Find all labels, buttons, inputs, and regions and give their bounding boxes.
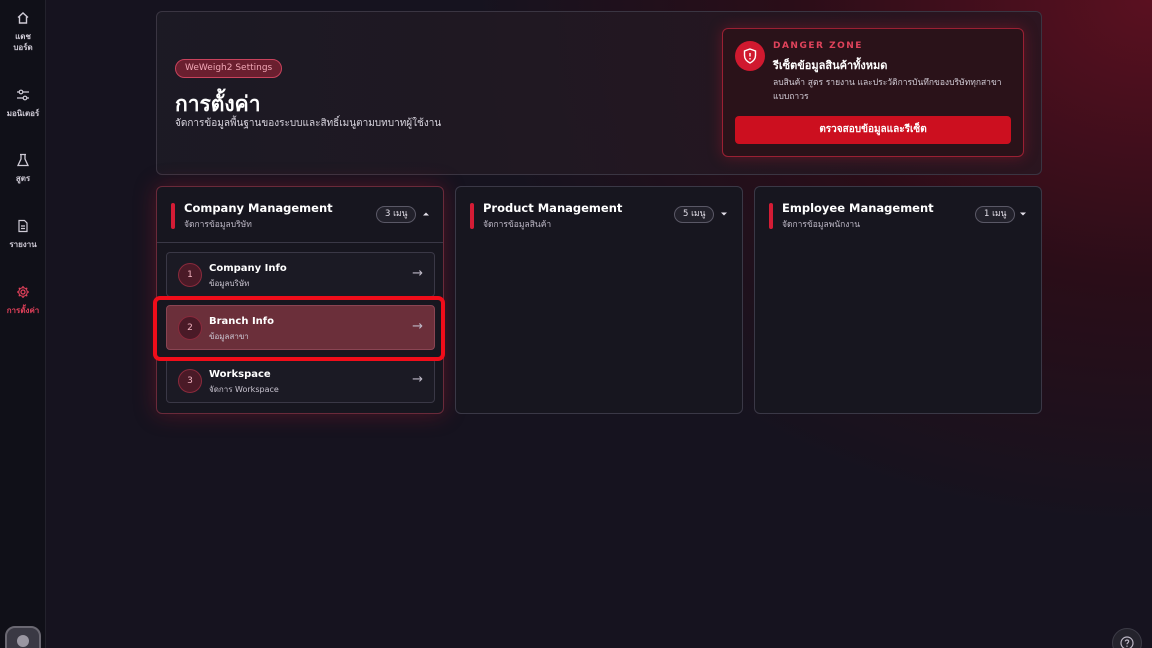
chevron-down-icon[interactable] — [719, 209, 729, 219]
help-button[interactable] — [1112, 628, 1142, 648]
sidebar-item-label: มอนิเตอร์ — [6, 109, 40, 118]
danger-zone-label: DANGER ZONE — [773, 41, 863, 51]
shield-alert-icon — [735, 41, 765, 71]
arrow-right-icon: → — [412, 319, 423, 334]
product-management-header[interactable]: Product Management จัดการข้อมูลสินค้า 5 … — [456, 187, 742, 243]
menu-count-badge: 1 เมนู — [975, 206, 1016, 223]
document-icon — [18, 219, 28, 233]
sidebar-item-reports[interactable]: รายงาน — [0, 219, 46, 250]
chevron-up-icon[interactable] — [421, 209, 431, 219]
chevron-down-icon[interactable] — [1018, 209, 1028, 219]
company-management-header[interactable]: Company Management จัดการข้อมูลบริษัท 3 … — [157, 187, 443, 243]
arrow-right-icon: → — [412, 266, 423, 281]
gear-icon — [17, 286, 29, 298]
employee-management-header[interactable]: Employee Management จัดการข้อมูลพนักงาน … — [755, 187, 1041, 243]
step-number: 1 — [178, 263, 202, 287]
menu-item-title: Workspace — [209, 369, 271, 380]
card-title: Company Management — [184, 201, 333, 215]
menu-item-workspace[interactable]: 3 Workspace จัดการ Workspace → — [166, 358, 435, 403]
menu-item-company-info[interactable]: 1 Company Info ข้อมูลบริษัท → — [166, 252, 435, 297]
danger-zone-title: รีเซ็ตข้อมูลสินค้าทั้งหมด — [773, 59, 888, 72]
accent-bar — [769, 203, 773, 229]
avatar[interactable] — [5, 626, 41, 648]
flask-icon — [16, 153, 30, 167]
arrow-right-icon: → — [412, 372, 423, 387]
question-icon — [1120, 636, 1134, 648]
app-pill-badge: WeWeigh2 Settings — [175, 59, 283, 78]
accent-bar — [171, 203, 175, 229]
card-subtitle: จัดการข้อมูลพนักงาน — [782, 220, 861, 230]
step-number: 2 — [178, 316, 202, 340]
danger-zone-panel: DANGER ZONE รีเซ็ตข้อมูลสินค้าทั้งหมด ลบ… — [722, 28, 1024, 157]
card-subtitle: จัดการข้อมูลบริษัท — [184, 220, 252, 230]
sidebar-item-label: การตั้งค่า — [6, 306, 40, 315]
card-title: Employee Management — [782, 201, 934, 215]
accent-bar — [470, 203, 474, 229]
employee-management-card: Employee Management จัดการข้อมูลพนักงาน … — [754, 186, 1042, 414]
review-and-reset-button[interactable]: ตรวจสอบข้อมูลและรีเซ็ต — [735, 116, 1011, 144]
sidebar: แดช บอร์ด มอนิเตอร์ สูตร รายงาน การตั้งค… — [0, 0, 46, 648]
danger-zone-description: ลบสินค้า สูตร รายงาน และประวัติการบันทึก… — [773, 78, 1002, 102]
page-subtitle: จัดการข้อมูลพื้นฐานของระบบและสิทธิ์เมนูต… — [175, 118, 442, 129]
menu-item-title: Company Info — [209, 263, 287, 274]
sidebar-item-monitor[interactable]: มอนิเตอร์ — [0, 88, 46, 119]
menu-item-subtitle: จัดการ Workspace — [209, 385, 279, 394]
sidebar-item-label: รายงาน — [9, 240, 37, 249]
monitor-sliders-icon — [17, 89, 29, 101]
company-management-card: Company Management จัดการข้อมูลบริษัท 3 … — [156, 186, 444, 414]
product-management-card: Product Management จัดการข้อมูลสินค้า 5 … — [455, 186, 743, 414]
sidebar-item-settings[interactable]: การตั้งค่า — [0, 285, 46, 316]
menu-item-subtitle: ข้อมูลบริษัท — [209, 279, 250, 288]
sidebar-item-label: บอร์ด — [13, 43, 33, 52]
menu-item-title: Branch Info — [209, 316, 275, 327]
sidebar-item-label: สูตร — [15, 174, 31, 183]
card-title: Product Management — [483, 201, 623, 215]
home-icon — [17, 12, 29, 24]
menu-item-subtitle: ข้อมูลสาขา — [209, 332, 249, 341]
sidebar-item-label: แดช — [15, 32, 31, 41]
menu-count-badge: 3 เมนู — [376, 206, 417, 223]
menu-count-badge: 5 เมนู — [674, 206, 715, 223]
step-number: 3 — [178, 369, 202, 393]
sidebar-item-recipes[interactable]: สูตร — [0, 153, 46, 184]
sidebar-item-dashboard[interactable]: แดช บอร์ด — [0, 11, 46, 53]
card-subtitle: จัดการข้อมูลสินค้า — [483, 220, 552, 230]
menu-item-branch-info[interactable]: 2 Branch Info ข้อมูลสาขา → — [166, 305, 435, 350]
